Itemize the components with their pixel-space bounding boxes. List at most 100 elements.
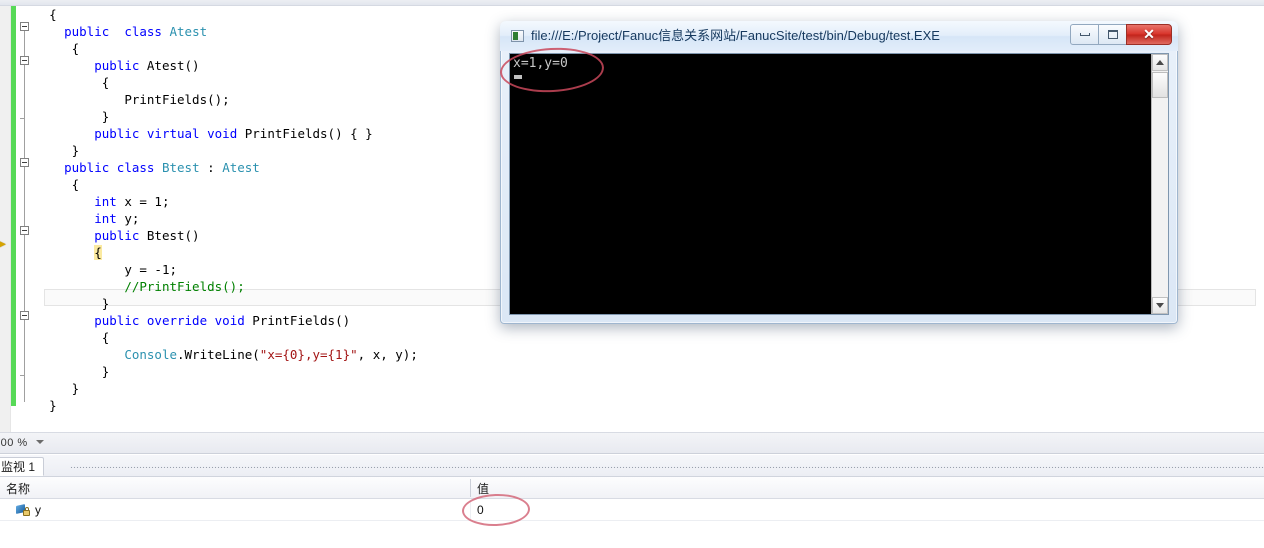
code-token: } [94,364,110,379]
fold-toggle-printfields[interactable] [20,311,29,320]
editor-zoom-combobox[interactable]: 100 % [0,434,48,452]
maximize-button[interactable] [1098,24,1127,45]
code-token: x = 1; [116,194,170,209]
console-app-icon [511,30,524,42]
code-token: : [199,160,223,175]
screen-root: ➤ { public class Atest { public Atest() … [0,0,1264,548]
fold-toggle-ctor-atest[interactable] [20,56,29,65]
code-token: //PrintFields(); [124,279,245,294]
console-title-bar[interactable]: file:///E:/Project/Fanuc信息关系网站/FanucSite… [500,21,1178,51]
watch-window[interactable]: 监视 1 名称 值 y 0 [0,455,1264,548]
fold-guide-tick [20,375,25,376]
window-control-buttons: ✕ [1070,24,1172,45]
console-window-title: file:///E:/Project/Fanuc信息关系网站/FanucSite… [531,28,940,43]
code-token: virtual [146,126,200,141]
code-token: public [94,126,140,141]
code-token: , x, y); [357,347,418,362]
minimize-button[interactable] [1070,24,1099,45]
code-token: y; [116,211,140,226]
minimize-icon [1079,33,1090,36]
code-token: "x={0},y={1}" [259,347,358,362]
console-application-window[interactable]: file:///E:/Project/Fanuc信息关系网站/FanucSite… [500,21,1178,324]
fold-toggle-ctor-btest[interactable] [20,226,29,235]
tab-strip-dotted-rule [70,466,1264,468]
code-token: public [64,24,110,39]
console-output-text: x=1,y=0 [513,56,568,71]
watch-column-header-row: 名称 值 [0,477,1264,499]
scrollbar-thumb[interactable] [1152,72,1168,98]
code-token: public [64,160,110,175]
column-header-value[interactable]: 值 [471,477,771,499]
code-token: y = -1; [124,262,177,277]
field-private-icon [16,503,30,517]
fold-guide-line [24,232,25,294]
code-token: public [94,313,140,328]
code-token: PrintFields() { } [237,126,373,141]
zoom-level-value: 100 % [0,437,28,449]
scroll-down-button[interactable] [1152,297,1168,314]
code-token: .WriteLine( [177,347,260,362]
code-token: class [116,160,155,175]
watch-row-name-cell[interactable]: y [0,499,470,521]
triangle-up-icon [1156,60,1164,65]
code-token: override [146,313,208,328]
scroll-up-button[interactable] [1152,54,1168,71]
console-caret [514,75,522,79]
code-token: class [124,24,162,39]
code-token: PrintFields() [244,313,351,328]
code-token: PrintFields(); [124,92,230,107]
code-token: { [64,177,80,192]
console-vertical-scrollbar[interactable] [1151,54,1168,314]
fold-guide-line [24,317,25,375]
code-token: } [49,398,57,413]
table-row[interactable]: y 0 [0,499,1264,521]
code-line: } [34,380,1264,397]
code-token: } [94,109,110,124]
chevron-down-icon[interactable] [36,440,44,444]
code-token: Console [124,347,177,362]
column-header-name[interactable]: 名称 [0,477,470,499]
code-token: Atest [169,24,208,39]
watch-row-value-cell[interactable]: 0 [471,499,771,521]
code-line: } [34,363,1264,380]
tab-watch-1-label: 监视 1 [1,460,36,474]
fold-toggle-class-atest[interactable] [20,22,29,31]
tab-watch-1[interactable]: 监视 1 [0,457,45,476]
editor-outlining-margin[interactable] [16,6,34,432]
code-token: { [94,245,102,260]
editor-breakpoint-margin[interactable] [0,6,11,432]
triangle-down-icon [1156,303,1164,308]
code-token: } [64,381,80,396]
code-token: void [214,313,245,328]
console-output-area[interactable]: x=1,y=0 [509,53,1169,315]
watch-tab-strip: 监视 1 [0,455,1264,477]
code-token: int [94,194,117,209]
fold-toggle-class-btest[interactable] [20,158,29,167]
maximize-icon [1107,30,1118,39]
fold-guide-line [24,62,25,118]
current-statement-arrow-icon: ➤ [0,238,7,252]
code-token: void [207,126,238,141]
editor-horizontal-scroll-strip[interactable] [0,432,1264,454]
code-token: Btest() [139,228,200,243]
close-button[interactable]: ✕ [1126,24,1172,45]
code-token: int [94,211,117,226]
code-token: { [94,75,110,90]
code-line: { [34,329,1264,346]
code-token: Atest [222,160,260,175]
code-token: public [94,58,140,73]
code-token: } [64,143,80,158]
fold-guide-tick [20,118,25,119]
code-token: } [94,296,110,311]
code-token: { [94,330,110,345]
code-line: } [34,397,1264,414]
code-token: Btest [161,160,200,175]
watch-row-name-text: y [35,503,41,517]
